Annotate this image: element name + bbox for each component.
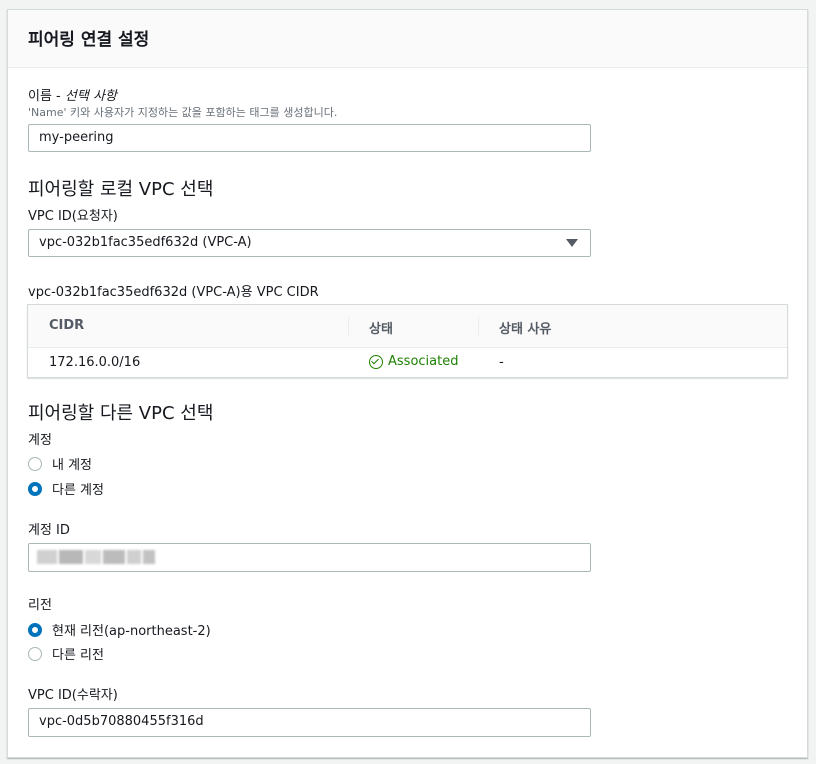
radio-label: 다른 계정	[52, 483, 104, 498]
accepter-vpc-input[interactable]: vpc-0d5b70880455f316d	[28, 708, 591, 737]
redacted-account-id	[37, 550, 157, 564]
cell-status: Associated	[369, 354, 458, 369]
cidr-table-header: CIDR 상태 상태 사유	[28, 305, 787, 348]
radio-other-account[interactable]: 다른 계정	[28, 479, 104, 498]
account-id-label: 계정 ID	[28, 523, 70, 538]
panel-title: 피어링 연결 설정	[28, 30, 150, 50]
column-divider	[478, 317, 479, 335]
column-header-status: 상태	[369, 322, 393, 337]
radio-my-account[interactable]: 내 계정	[28, 454, 92, 473]
requester-vpc-id-label: VPC ID(요청자)	[28, 209, 118, 224]
cidr-table: CIDR 상태 상태 사유 172.16.0.0/16 Associated -	[27, 304, 788, 378]
region-label: 리전	[28, 598, 52, 613]
radio-button[interactable]	[28, 481, 42, 496]
requester-vpc-value: vpc-032b1fac35edf632d (VPC-A)	[39, 235, 252, 250]
column-divider	[348, 317, 349, 335]
cidr-caption: vpc-032b1fac35edf632d (VPC-A)용 VPC CIDR	[28, 285, 319, 300]
cell-status-reason: -	[499, 355, 504, 370]
caret-down-icon	[566, 239, 578, 247]
radio-label: 다른 리전	[52, 648, 104, 663]
column-header-cidr: CIDR	[49, 318, 85, 333]
column-header-status-reason: 상태 사유	[499, 322, 552, 337]
check-circle-icon	[369, 354, 383, 369]
radio-label: 현재 리전(ap-northeast-2)	[52, 624, 211, 639]
name-field-label: 이름 - 선택 사항	[28, 85, 117, 104]
status-text: Associated	[388, 354, 459, 369]
radio-current-region[interactable]: 현재 리전(ap-northeast-2)	[28, 620, 211, 639]
name-input[interactable]: my-peering	[28, 124, 591, 152]
panel-header: 피어링 연결 설정	[8, 10, 807, 68]
radio-label: 내 계정	[52, 458, 93, 473]
radio-button[interactable]	[28, 646, 42, 661]
name-field-hint: 'Name' 키와 사용자가 지정하는 값을 포함하는 태그를 생성합니다.	[28, 106, 338, 119]
requester-vpc-select[interactable]: vpc-032b1fac35edf632d (VPC-A)	[28, 229, 591, 257]
accepter-vpc-id-label: VPC ID(수락자)	[28, 688, 118, 703]
cell-cidr: 172.16.0.0/16	[49, 355, 141, 370]
radio-other-region[interactable]: 다른 리전	[28, 644, 104, 663]
peering-settings-panel: 피어링 연결 설정 이름 - 선택 사항 'Name' 키와 사용자가 지정하는…	[7, 9, 808, 758]
name-label-optional: 선택 사항	[64, 89, 117, 104]
radio-button[interactable]	[28, 622, 42, 637]
account-label: 계정	[28, 433, 52, 448]
name-label-text: 이름 -	[28, 89, 65, 104]
radio-button[interactable]	[28, 456, 42, 471]
other-vpc-section-title: 피어링할 다른 VPC 선택	[28, 403, 214, 424]
account-id-input[interactable]	[28, 543, 591, 572]
local-vpc-section-title: 피어링할 로컬 VPC 선택	[28, 179, 214, 200]
